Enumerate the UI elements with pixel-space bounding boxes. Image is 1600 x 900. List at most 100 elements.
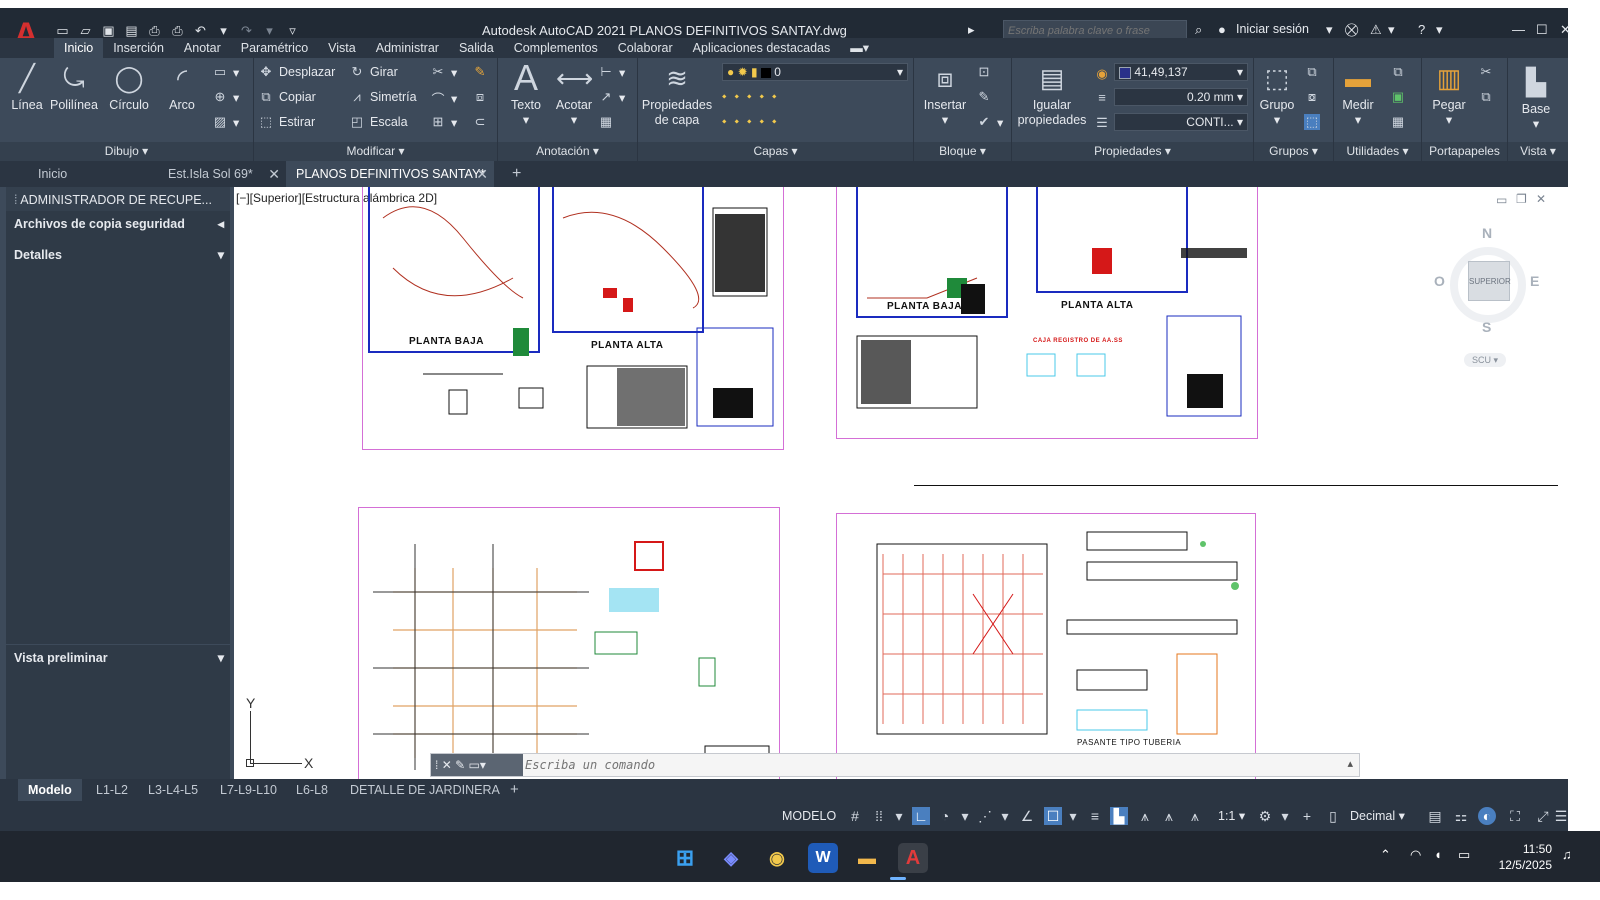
viewport-minimize-icon[interactable]: ▭ [1496, 193, 1507, 207]
move-button[interactable]: ✥ Desplazar [258, 64, 336, 80]
viewcube-east[interactable]: E [1530, 273, 1539, 289]
tab-inicio[interactable]: Inicio [54, 38, 104, 58]
layout-tab-l6-l8[interactable]: L6-L8 [286, 779, 338, 801]
layer-properties-button[interactable]: ≋ Propiedades de capa [640, 62, 714, 128]
measure-button[interactable]: ▬ Medir ▾ [1336, 62, 1380, 128]
undo-dropdown-icon[interactable]: ▾ [215, 22, 232, 39]
quick-properties-icon[interactable]: ▤ [1426, 807, 1444, 825]
close-tab-icon[interactable]: ✕ [476, 161, 488, 187]
group-select-icon[interactable]: ⬚ [1304, 114, 1320, 130]
linear-dim-icon[interactable]: ⊢ ▾ [598, 64, 625, 80]
command-customize-icon[interactable]: ✎ [455, 758, 465, 772]
scale-button[interactable]: ◰ Escala [349, 114, 408, 130]
array-icon[interactable]: ⊞ ▾ [430, 114, 458, 130]
lock-ui-icon[interactable]: ⚏ [1452, 807, 1470, 825]
clean-screen-icon[interactable]: ⤢ [1534, 807, 1552, 825]
isometric-dropdown-icon[interactable]: ▾ [996, 807, 1014, 825]
auto-scale-icon[interactable]: ⩚ [1160, 807, 1178, 825]
mirror-button[interactable]: ⩘ Simetría [349, 89, 416, 105]
tab-complementos[interactable]: Complementos [504, 38, 608, 58]
wifi-icon[interactable]: ◠ [1410, 847, 1421, 863]
panel-grupos-label[interactable]: Grupos ▾ [1254, 142, 1333, 161]
object-snap-tracking-icon[interactable]: ∠ [1018, 807, 1036, 825]
tab-colaborar[interactable]: Colaborar [608, 38, 683, 58]
select-all-icon[interactable]: ▣ [1390, 89, 1406, 105]
leader-icon[interactable]: ↗ ▾ [598, 89, 626, 105]
tab-anotar[interactable]: Anotar [174, 38, 231, 58]
linetype-dropdown[interactable]: CONTI... ▾ [1114, 113, 1248, 131]
viewport-restore-icon[interactable]: ❐ [1516, 192, 1527, 206]
ortho-icon[interactable]: ∟ [912, 807, 930, 825]
snap-icon[interactable]: ⁞⁞ [870, 807, 888, 825]
add-layout-icon[interactable]: + [500, 779, 529, 801]
edit-block-icon[interactable]: ✎ [976, 89, 992, 105]
minimize-icon[interactable]: — [1512, 22, 1525, 37]
close-icon[interactable]: ✕ [1560, 22, 1571, 38]
annotation-visibility-icon[interactable]: ⩚ [1136, 807, 1154, 825]
viewcube-south[interactable]: S [1482, 319, 1491, 335]
panel-dibujo-label[interactable]: Dibujo ▾ [0, 142, 253, 161]
customization-menu-icon[interactable]: ☰ [1552, 807, 1570, 825]
table-icon[interactable]: ▦ [598, 114, 614, 130]
tab-administrar[interactable]: Administrar [366, 38, 449, 58]
ucs-dropdown[interactable]: SCU ▾ [1464, 353, 1506, 367]
copy-clip-icon[interactable]: ⧉ [1478, 89, 1494, 105]
redo-icon[interactable]: ↷ [238, 22, 255, 39]
layer-tools-row1-icon[interactable]: ⬩⬩⬩⬩⬩ [722, 89, 785, 104]
fillet-icon[interactable]: ⌒ ▾ [430, 89, 457, 108]
rotate-button[interactable]: ↻ Girar [349, 64, 398, 80]
show-hidden-icons-icon[interactable]: ⌃ [1380, 847, 1391, 863]
stretch-button[interactable]: ⬚ Estirar [258, 114, 315, 130]
isolate-objects-icon[interactable]: ◐ [1478, 807, 1496, 825]
panel-capas-label[interactable]: Capas ▾ [638, 142, 913, 161]
layout-tab-l1-l2[interactable]: L1-L2 [86, 779, 138, 801]
tab-salida[interactable]: Salida [449, 38, 504, 58]
viewport-close-icon[interactable]: ✕ [1536, 192, 1546, 206]
search-icon[interactable]: ⌕ [1195, 22, 1202, 38]
explode-icon[interactable]: ⧈ [472, 89, 488, 105]
layout-tab-detalle-jardinera[interactable]: DETALLE DE JARDINERA [340, 779, 510, 801]
hardware-acceleration-icon[interactable]: ⛶ [1506, 807, 1524, 825]
text-button[interactable]: A Texto ▾ [506, 60, 546, 128]
command-recent-icon[interactable]: ▭▾ [469, 758, 486, 772]
command-close-icon[interactable]: ✕ [442, 758, 452, 772]
offset-icon[interactable]: ⊂ [472, 114, 488, 130]
object-snap-icon[interactable]: ☐ [1044, 807, 1062, 825]
selection-cycling-icon[interactable]: ▙ [1110, 807, 1128, 825]
lineweight-toggle-icon[interactable]: ≡ [1086, 807, 1104, 825]
command-input[interactable] [525, 756, 1345, 774]
viewcube[interactable]: N S E O SUPERIOR SCU ▾ [1432, 223, 1544, 373]
help-icon[interactable]: ? [1418, 22, 1425, 37]
a360-dropdown-icon[interactable]: ▾ [1388, 22, 1395, 38]
system-clock[interactable]: 11:50 12/5/2025 [1499, 841, 1552, 873]
viewcube-west[interactable]: O [1434, 273, 1445, 289]
isometric-icon[interactable]: ⋰ [976, 807, 994, 825]
maximize-icon[interactable]: ☐ [1536, 22, 1548, 38]
base-view-button[interactable]: ▙ Base ▾ [1512, 66, 1560, 132]
plot-icon[interactable]: ⎙ [146, 22, 163, 39]
windows-start-icon[interactable]: ⊞ [670, 843, 700, 873]
volume-icon[interactable]: ◖ [1434, 847, 1442, 862]
cart-icon[interactable]: ⛒ [1345, 22, 1358, 38]
tab-vista[interactable]: Vista [318, 38, 366, 58]
undo-icon[interactable]: ↶ [192, 22, 209, 39]
create-block-icon[interactable]: ⊡ [976, 64, 992, 80]
panel-modificar-label[interactable]: Modificar ▾ [254, 142, 497, 161]
panel-utilidades-label[interactable]: Utilidades ▾ [1334, 142, 1421, 161]
workspace-gear-icon[interactable]: ⚙ [1256, 807, 1274, 825]
signin-button[interactable]: Iniciar sesión [1236, 22, 1309, 36]
save-icon[interactable]: ▣ [100, 22, 117, 39]
calculator-icon[interactable]: ▦ [1390, 114, 1406, 130]
object-snap-dropdown-icon[interactable]: ▾ [1064, 807, 1082, 825]
doc-tab-planos[interactable]: PLANOS DEFINITIVOS SANTAY* ✕ [286, 161, 494, 187]
new-file-icon[interactable]: ▭ [54, 22, 71, 39]
erase-icon[interactable]: ✎ [472, 64, 488, 80]
viewcube-north[interactable]: N [1482, 225, 1492, 241]
block-attribute-icon[interactable]: ✔ ▾ [976, 114, 1004, 130]
annotation-scale-dropdown[interactable]: 1:1 ▾ [1218, 806, 1245, 826]
print-icon[interactable]: ⎙ [169, 22, 186, 39]
polar-dropdown-icon[interactable]: ▾ [956, 807, 974, 825]
grid-icon[interactable]: # [846, 807, 864, 825]
panel-propiedades-label[interactable]: Propiedades ▾ [1012, 142, 1253, 161]
chevron-right-icon[interactable]: ▸ [968, 22, 975, 38]
